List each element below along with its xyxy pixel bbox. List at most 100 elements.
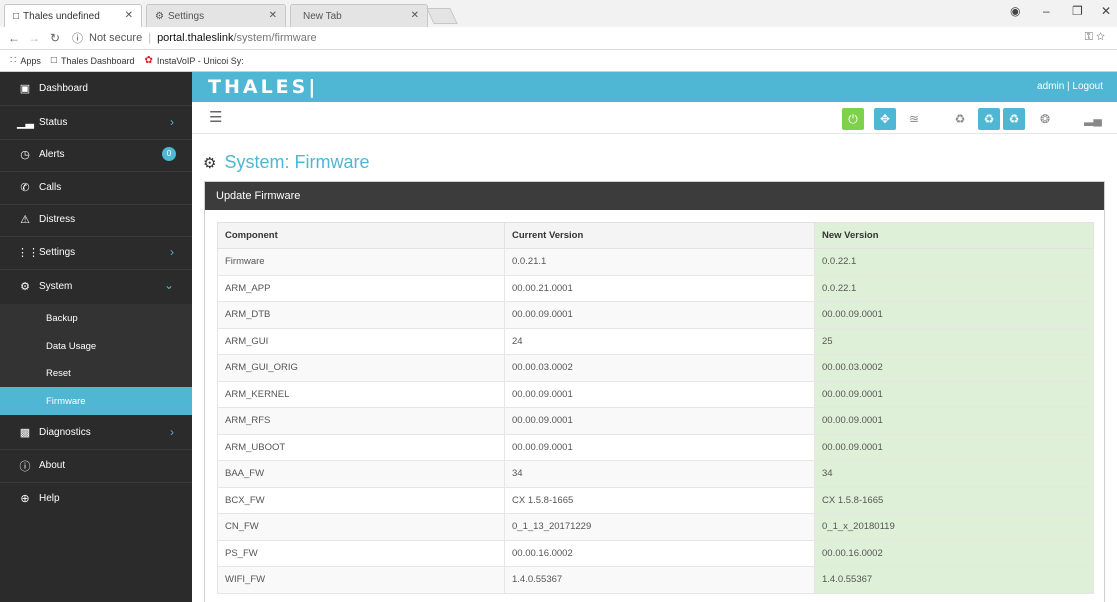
cell-component: WIFI_FW bbox=[217, 566, 505, 594]
sidebar-subitem-reset[interactable]: Reset bbox=[0, 359, 192, 387]
sidebar-subitem-data-usage[interactable]: Data Usage bbox=[0, 332, 192, 360]
column-header-component: Component bbox=[217, 222, 505, 249]
cell-new-version: 0.0.22.1 bbox=[814, 248, 1094, 276]
user-links[interactable]: admin | Logout bbox=[1037, 81, 1103, 92]
cell-component: ARM_GUI_ORIG bbox=[217, 354, 505, 382]
sidebar-item-settings[interactable]: ⋮⋮ Settings › bbox=[0, 236, 192, 269]
address-bar[interactable]: ⓘ Not secure | portal.thaleslink /system… bbox=[72, 30, 317, 46]
chevron-right-icon: › bbox=[170, 425, 174, 439]
sidebar-item-label: Diagnostics bbox=[39, 427, 91, 438]
table-row: BAA_FW 34 34 bbox=[217, 460, 1094, 488]
tab-title: Settings bbox=[167, 10, 205, 22]
sidebar-item-calls[interactable]: ✆ Calls bbox=[0, 171, 192, 204]
bookmarks-bar: ∷ Apps □ Thales Dashboard ✿ InstaVoIP - … bbox=[0, 50, 1117, 72]
network-active-icon[interactable]: ♻ bbox=[978, 108, 1000, 130]
back-icon[interactable]: ← bbox=[8, 31, 20, 45]
thales-logo: THALES| bbox=[208, 76, 319, 98]
sidebar-item-alerts[interactable]: ◷ Alerts 0 bbox=[0, 138, 192, 171]
table-row: ARM_GUI_ORIG 00.00.03.0002 00.00.03.0002 bbox=[217, 354, 1094, 382]
close-icon[interactable]: ✕ bbox=[269, 10, 277, 21]
forward-icon[interactable]: → bbox=[28, 31, 40, 45]
cell-current-version: 0.0.21.1 bbox=[504, 248, 815, 276]
sidebar-item-distress[interactable]: ⚠ Distress bbox=[0, 203, 192, 236]
warning-icon: ⚠ bbox=[20, 214, 30, 226]
sidebar-item-dashboard[interactable]: ▣ Dashboard bbox=[0, 72, 192, 105]
cell-component: BAA_FW bbox=[217, 460, 505, 488]
table-row: PS_FW 00.00.16.0002 00.00.16.0002 bbox=[217, 539, 1094, 567]
bookmark-thales-dashboard[interactable]: □ Thales Dashboard bbox=[51, 55, 135, 66]
sidebar-item-label: Distress bbox=[39, 214, 76, 225]
cell-new-version: 34 bbox=[814, 460, 1094, 488]
bookmark-label: Thales Dashboard bbox=[60, 55, 135, 66]
sidebar-item-about[interactable]: ⓘ About bbox=[0, 449, 192, 482]
column-header-current-version: Current Version bbox=[504, 222, 815, 249]
network-icon[interactable]: ♻ bbox=[949, 108, 971, 130]
cell-new-version: 00.00.09.0001 bbox=[814, 380, 1094, 408]
cell-current-version: 00.00.16.0002 bbox=[504, 539, 815, 567]
network-active-2-icon[interactable]: ♻ bbox=[1003, 108, 1025, 130]
cell-current-version: 00.00.03.0002 bbox=[504, 354, 815, 382]
cell-component: ARM_GUI bbox=[217, 327, 505, 355]
page-header: ⚙ System: Firmware bbox=[203, 152, 369, 173]
tab-title: Thales undefined bbox=[23, 10, 100, 22]
cell-current-version: 24 bbox=[504, 327, 815, 355]
bookmark-apps[interactable]: ∷ Apps bbox=[10, 55, 41, 66]
sidebar-item-label: Settings bbox=[39, 247, 76, 258]
info-icon: ⓘ bbox=[19, 460, 31, 473]
firmware-table: Component Current Version New Version Fi… bbox=[217, 222, 1094, 594]
cell-current-version: 00.00.09.0001 bbox=[504, 433, 815, 461]
cell-component: ARM_RFS bbox=[217, 407, 505, 435]
sidebar-item-help[interactable]: ⊕ Help bbox=[0, 482, 192, 515]
new-tab-button[interactable] bbox=[426, 8, 458, 24]
satellite-icon[interactable]: ✥ bbox=[874, 108, 896, 130]
close-icon[interactable]: ✕ bbox=[411, 10, 419, 21]
table-row: BCX_FW CX 1.5.8-1665 CX 1.5.8-1665 bbox=[217, 486, 1094, 514]
profile-icon[interactable]: ◉ bbox=[1010, 4, 1020, 18]
window-close-icon[interactable]: ✕ bbox=[1101, 4, 1111, 18]
cell-current-version: 1.4.0.55367 bbox=[504, 566, 815, 594]
sidebar-item-status[interactable]: ▁▃ Status › bbox=[0, 106, 192, 139]
chevron-right-icon: › bbox=[170, 245, 174, 259]
restore-icon[interactable]: ❐ bbox=[1072, 4, 1083, 18]
cell-new-version: CX 1.5.8-1665 bbox=[814, 486, 1094, 514]
clock-icon: ◷ bbox=[20, 149, 30, 161]
close-icon[interactable]: ✕ bbox=[125, 10, 133, 21]
tab-thales[interactable]: □ Thales undefined ✕ bbox=[4, 4, 142, 27]
power-icon[interactable]: ⏻ bbox=[842, 108, 864, 130]
page-icon: □ bbox=[13, 10, 20, 22]
sidebar-subitem-firmware[interactable]: Firmware bbox=[0, 387, 192, 415]
sidebar-item-label: Status bbox=[39, 117, 68, 128]
cell-component: ARM_APP bbox=[217, 274, 505, 302]
page-title: System: Firmware bbox=[224, 152, 370, 172]
globe-icon[interactable]: ❂ bbox=[1034, 108, 1056, 130]
cell-new-version: 0_1_x_20180119 bbox=[814, 513, 1094, 541]
reload-icon[interactable]: ↻ bbox=[50, 31, 60, 45]
bookmark-instavoip[interactable]: ✿ InstaVoIP - Unicoi Sy: bbox=[144, 55, 243, 66]
sidebar-item-label: Dashboard bbox=[39, 83, 88, 94]
sidebar-item-label: Calls bbox=[39, 182, 62, 193]
gear-icon: ⚙ bbox=[20, 281, 30, 293]
chevron-down-icon: ⌄ bbox=[163, 278, 174, 292]
sidebar-item-label: Help bbox=[39, 493, 60, 504]
hamburger-menu-icon[interactable]: ☰ bbox=[209, 108, 222, 126]
bar-chart-icon: ▁▃ bbox=[17, 117, 34, 129]
sidebar-subitem-backup[interactable]: Backup bbox=[0, 304, 192, 332]
minimize-icon[interactable]: – bbox=[1043, 4, 1050, 18]
tab-settings[interactable]: ⚙ Settings ✕ bbox=[146, 4, 286, 27]
tab-new-tab[interactable]: New Tab ✕ bbox=[290, 4, 428, 27]
chevron-right-icon: › bbox=[170, 115, 174, 129]
cell-current-version: 0_1_13_20171229 bbox=[504, 513, 815, 541]
sidebar-subitem-label: Backup bbox=[46, 312, 78, 324]
lifebuoy-icon: ⊕ bbox=[20, 493, 30, 505]
alerts-badge: 0 bbox=[162, 147, 176, 161]
column-header-new-version: New Version bbox=[814, 222, 1094, 249]
cell-component: ARM_UBOOT bbox=[217, 433, 505, 461]
bookmark-label: InstaVoIP - Unicoi Sy: bbox=[156, 55, 244, 66]
table-row: Firmware 0.0.21.1 0.0.22.1 bbox=[217, 248, 1094, 276]
sidebar-item-diagnostics[interactable]: ▩ Diagnostics › bbox=[0, 416, 192, 449]
key-icon[interactable]: ⚿ ☆ bbox=[1085, 31, 1105, 44]
info-icon[interactable]: ⓘ bbox=[72, 30, 83, 46]
tab-title: New Tab bbox=[303, 10, 342, 22]
sidebar-item-system[interactable]: ⚙ System ⌄ bbox=[0, 270, 192, 303]
wifi-icon[interactable]: ≊ bbox=[903, 108, 925, 130]
